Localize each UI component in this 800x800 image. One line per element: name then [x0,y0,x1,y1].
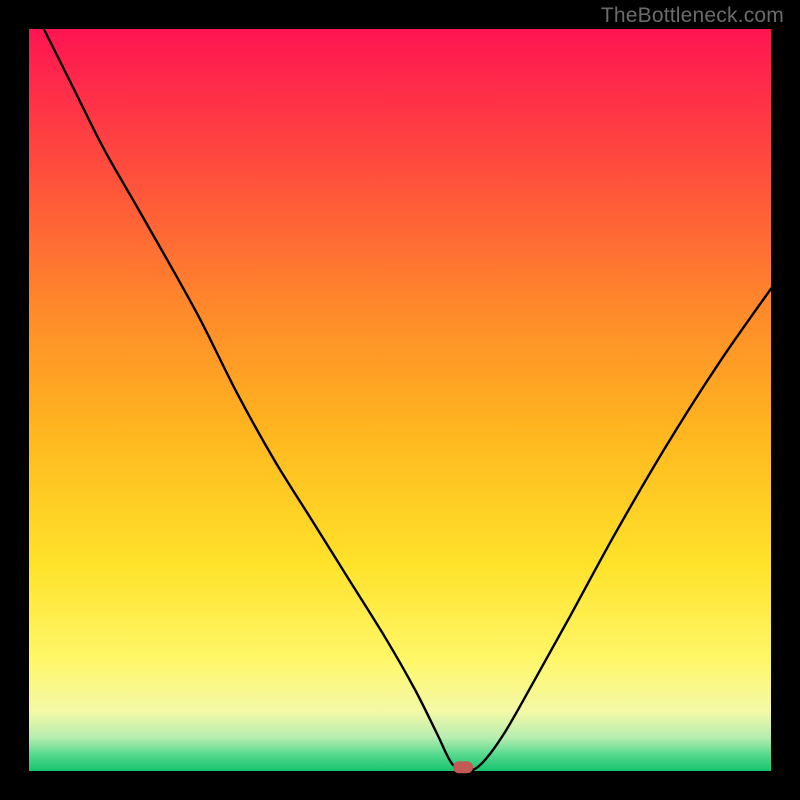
watermark-text: TheBottleneck.com [601,4,784,28]
optimum-marker [453,761,473,773]
chart-frame: { "watermark": "TheBottleneck.com", "cha… [0,0,800,800]
chart-svg [0,0,800,800]
plot-background [29,29,771,771]
